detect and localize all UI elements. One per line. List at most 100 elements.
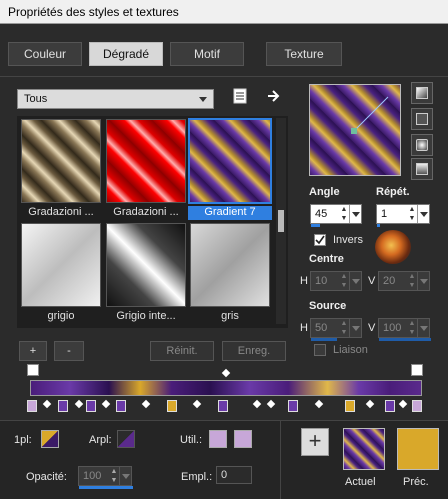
gradient-thumb[interactable] <box>21 119 101 203</box>
angle-stepper[interactable]: ▲ ▼ <box>339 205 349 223</box>
gallery-scrollbar[interactable] <box>276 118 286 324</box>
center-h-value: 10 <box>315 275 328 287</box>
color-midpoint[interactable] <box>101 399 111 409</box>
color-stop[interactable] <box>86 400 96 412</box>
style-radial-button[interactable] <box>411 158 433 180</box>
location-label: Empl.: <box>181 471 213 483</box>
style-rectangular-icon <box>416 113 428 125</box>
source-h-input[interactable]: 50 ▲ ▼ <box>310 318 362 341</box>
color-midpoint[interactable] <box>192 399 202 409</box>
color-midpoint[interactable] <box>42 399 52 409</box>
angle-slider[interactable] <box>311 224 320 227</box>
source-h-stepper[interactable]: ▲ ▼ <box>339 319 349 337</box>
invert-label[interactable]: Invers <box>333 234 363 246</box>
center-v-stepper[interactable]: ▲ ▼ <box>407 272 417 290</box>
gradient-thumb[interactable] <box>190 223 270 307</box>
gradient-preview[interactable] <box>309 84 401 176</box>
gradient-bar[interactable] <box>30 380 422 396</box>
current-label: Actuel <box>345 476 376 488</box>
source-h-slider[interactable] <box>311 338 337 341</box>
add-gradient-button[interactable]: + <box>19 341 47 361</box>
center-v-dropdown[interactable] <box>417 272 429 290</box>
tab-color[interactable]: Couleur <box>8 42 82 66</box>
gradient-thumb[interactable] <box>21 223 101 307</box>
opacity-dropdown[interactable] <box>119 467 131 485</box>
source-v-slider[interactable] <box>379 338 431 341</box>
tab-gradient[interactable]: Dégradé <box>89 42 163 66</box>
style-sunburst-button[interactable] <box>411 134 433 156</box>
color-stop[interactable] <box>288 400 298 412</box>
color-midpoint[interactable] <box>141 399 151 409</box>
opacity-midpoint[interactable] <box>221 368 231 378</box>
chevron-down-icon <box>199 97 207 102</box>
background-color-swatch[interactable] <box>117 430 135 448</box>
gradient-editor-icon[interactable] <box>232 88 248 104</box>
repeat-label: Répét. <box>376 186 410 198</box>
left-opacity-stop[interactable] <box>27 364 39 376</box>
current-style-swatch[interactable] <box>343 428 385 470</box>
color-stop[interactable] <box>27 400 37 412</box>
reset-button[interactable]: Réinit. <box>150 341 214 361</box>
gradient-thumb[interactable] <box>106 119 186 203</box>
user-color-swatch[interactable] <box>209 430 227 448</box>
center-h-stepper[interactable]: ▲ ▼ <box>339 272 349 290</box>
gradient-name: Gradazioni ... <box>28 206 94 218</box>
repeat-slider[interactable] <box>377 224 380 227</box>
source-v-input[interactable]: 100 ▲ ▼ <box>378 318 431 341</box>
source-v-stepper[interactable]: ▲ ▼ <box>407 319 417 337</box>
repeat-stepper[interactable]: ▲ ▼ <box>407 205 417 223</box>
link-checkbox[interactable] <box>314 344 326 356</box>
center-v-input[interactable]: 20 ▲ ▼ <box>378 271 430 291</box>
color-stop[interactable] <box>116 400 126 412</box>
color-midpoint[interactable] <box>314 399 324 409</box>
source-h-label: H <box>300 322 308 334</box>
background-color-label: Arpl: <box>89 434 112 446</box>
plus-icon[interactable]: + <box>301 428 329 456</box>
arrow-right-icon[interactable] <box>266 88 282 104</box>
repeat-input[interactable]: 1 ▲ ▼ <box>376 204 430 227</box>
color-midpoint[interactable] <box>266 399 276 409</box>
category-select[interactable]: Tous <box>17 89 214 109</box>
source-h-dropdown[interactable] <box>349 319 361 337</box>
source-v-value: 100 <box>383 322 402 334</box>
user-color-swatch-2[interactable] <box>234 430 252 448</box>
color-stop[interactable] <box>218 400 228 412</box>
repeat-dropdown[interactable] <box>417 205 429 223</box>
opacity-input[interactable]: 100 ▲ ▼ <box>78 466 133 489</box>
color-stop[interactable] <box>58 400 68 412</box>
opacity-slider[interactable] <box>79 486 133 489</box>
color-stop[interactable] <box>412 400 422 412</box>
gradient-direction-handle[interactable] <box>310 85 402 177</box>
scrollbar-thumb[interactable] <box>278 210 284 232</box>
angle-dropdown[interactable] <box>349 205 361 223</box>
first-color-label: 1pl: <box>14 434 32 446</box>
location-input[interactable]: 0 <box>216 466 252 484</box>
style-rectangular-button[interactable] <box>411 108 433 130</box>
source-v-dropdown[interactable] <box>417 319 429 337</box>
color-stop[interactable] <box>345 400 355 412</box>
color-stop[interactable] <box>167 400 177 412</box>
gradient-thumb-selected[interactable] <box>188 118 272 204</box>
gradient-thumb[interactable] <box>106 223 186 307</box>
center-h-dropdown[interactable] <box>349 272 361 290</box>
save-button[interactable]: Enreg. <box>222 341 286 361</box>
gradient-name: gris <box>221 310 239 322</box>
gradient-name-selected: Gradient 7 <box>188 206 272 220</box>
invert-checkbox[interactable] <box>314 234 326 246</box>
color-midpoint[interactable] <box>252 399 262 409</box>
tab-pattern[interactable]: Motif <box>170 42 244 66</box>
center-h-input[interactable]: 10 ▲ ▼ <box>310 271 362 291</box>
color-midpoint[interactable] <box>365 399 375 409</box>
color-stop[interactable] <box>385 400 395 412</box>
color-midpoint[interactable] <box>398 399 408 409</box>
link-label[interactable]: Liaison <box>333 344 368 356</box>
remove-gradient-button[interactable]: - <box>54 341 84 361</box>
right-opacity-stop[interactable] <box>411 364 423 376</box>
style-linear-button[interactable] <box>411 82 433 104</box>
color-midpoint[interactable] <box>74 399 84 409</box>
angle-input[interactable]: 45 ▲ ▼ <box>310 204 362 227</box>
opacity-stepper[interactable]: ▲ ▼ <box>109 467 119 485</box>
previous-style-swatch[interactable] <box>397 428 439 470</box>
first-color-swatch[interactable] <box>41 430 59 448</box>
tab-texture[interactable]: Texture <box>266 42 342 66</box>
